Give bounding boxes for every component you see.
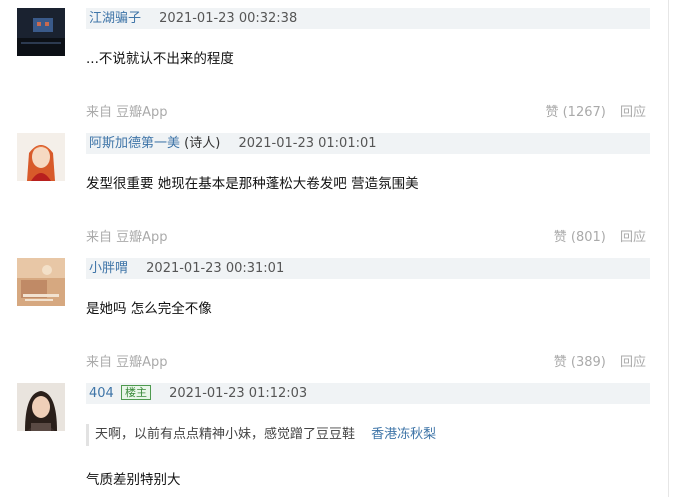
comment-footer: 来自 豆瓣App 赞 (389) 回应 — [86, 354, 650, 372]
comment-time: 2021-01-23 01:12:03 — [169, 386, 308, 401]
comment-text: 是她吗 怎么完全不像 — [86, 301, 212, 317]
right-divider — [668, 0, 669, 497]
avatar[interactable] — [17, 8, 65, 56]
avatar[interactable] — [17, 258, 65, 306]
user-title: (诗人) — [184, 136, 221, 151]
comment-footer: 来自 豆瓣App 赞 (1267) 回应 — [86, 104, 650, 122]
like-button[interactable]: 赞 (389) — [554, 355, 606, 370]
comment-meta: 阿斯加德第一美 (诗人) 2021-01-23 01:01:01 — [86, 133, 650, 154]
like-button[interactable]: 赞 (1267) — [545, 105, 605, 120]
comment-footer: 来自 豆瓣App 赞 (801) 回应 — [86, 229, 650, 247]
reply-button[interactable]: 回应 — [620, 355, 646, 370]
op-badge: 楼主 — [120, 385, 151, 400]
comment-meta: 404 楼主 2021-01-23 01:12:03 — [86, 383, 650, 404]
comment-text: ...不说就认不出来的程度 — [86, 51, 234, 67]
username-link[interactable]: 江湖骗子 — [89, 11, 141, 26]
comment-time: 2021-01-23 00:31:01 — [146, 261, 285, 276]
username-link[interactable]: 阿斯加德第一美 — [89, 136, 180, 151]
comment-meta: 江湖骗子 2021-01-23 00:32:38 — [86, 8, 650, 29]
comment-text: 气质差别特别大 — [86, 472, 181, 488]
comment-time: 2021-01-23 00:32:38 — [159, 11, 298, 26]
username-link[interactable]: 404 — [89, 386, 114, 401]
source-label: 来自 豆瓣App — [86, 105, 168, 120]
comment-text: 发型很重要 她现在基本是那种蓬松大卷发吧 营造氛围美 — [86, 176, 419, 192]
reply-button[interactable]: 回应 — [620, 105, 646, 120]
avatar[interactable] — [17, 383, 65, 431]
like-button[interactable]: 赞 (801) — [554, 230, 606, 245]
quote-author-link[interactable]: 香港冻秋梨 — [371, 427, 436, 442]
source-label: 来自 豆瓣App — [86, 355, 168, 370]
username-link[interactable]: 小胖喟 — [89, 261, 128, 276]
quote-text: 天啊，以前有点点精神小妹，感觉蹭了豆豆鞋 — [95, 427, 356, 442]
source-label: 来自 豆瓣App — [86, 230, 168, 245]
avatar[interactable] — [17, 133, 65, 181]
quoted-reply: 天啊，以前有点点精神小妹，感觉蹭了豆豆鞋 香港冻秋梨 — [86, 424, 436, 446]
comment-meta: 小胖喟 2021-01-23 00:31:01 — [86, 258, 650, 279]
comment-time: 2021-01-23 01:01:01 — [238, 136, 377, 151]
reply-button[interactable]: 回应 — [620, 230, 646, 245]
